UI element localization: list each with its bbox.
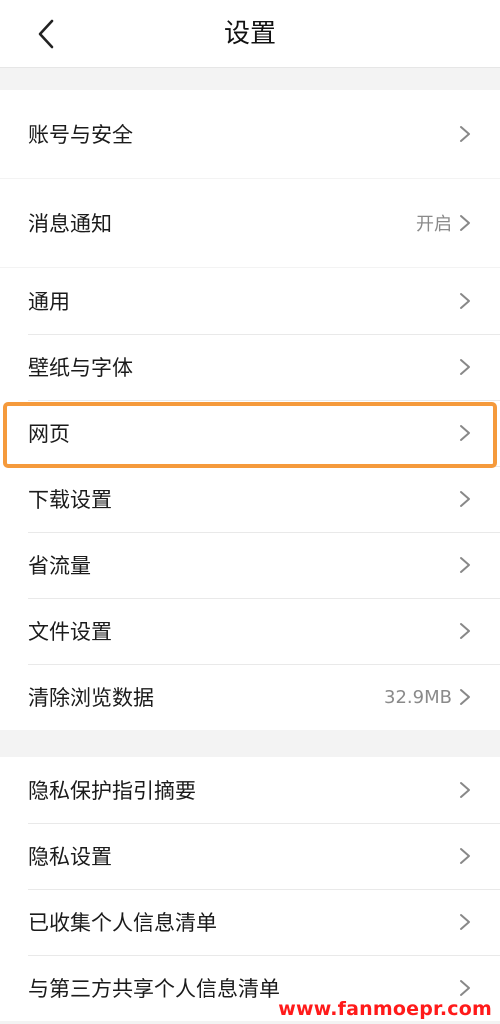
watermark-text: www.fanmoepr.com bbox=[278, 998, 492, 1020]
settings-group-account: 账号与安全 bbox=[0, 90, 500, 178]
page-title: 设置 bbox=[223, 19, 276, 49]
settings-group-browser: 通用 壁纸与字体 网页 下载设置 省流量 文件设置 清除浏览数据 32.9MB bbox=[0, 268, 500, 730]
settings-item-download[interactable]: 下载设置 bbox=[0, 466, 500, 532]
settings-item-file[interactable]: 文件设置 bbox=[0, 598, 500, 664]
settings-item-label: 省流量 bbox=[28, 554, 91, 578]
chevron-right-icon bbox=[460, 491, 470, 507]
settings-group-notifications: 消息通知 开启 bbox=[0, 179, 500, 267]
settings-item-label: 隐私保护指引摘要 bbox=[28, 779, 196, 803]
settings-item-data-saver[interactable]: 省流量 bbox=[0, 532, 500, 598]
settings-item-label: 与第三方共享个人信息清单 bbox=[28, 977, 280, 1001]
settings-item-collected-info[interactable]: 已收集个人信息清单 bbox=[0, 889, 500, 955]
chevron-right-icon bbox=[460, 623, 470, 639]
settings-item-label: 已收集个人信息清单 bbox=[28, 911, 217, 935]
chevron-right-icon bbox=[460, 215, 470, 231]
settings-item-label: 壁纸与字体 bbox=[28, 356, 133, 380]
chevron-right-icon bbox=[460, 359, 470, 375]
settings-item-privacy-summary[interactable]: 隐私保护指引摘要 bbox=[0, 757, 500, 823]
settings-item-label: 消息通知 bbox=[28, 212, 112, 236]
chevron-right-icon bbox=[460, 689, 470, 705]
settings-item-label: 隐私设置 bbox=[28, 845, 112, 869]
settings-item-label: 下载设置 bbox=[28, 488, 112, 512]
chevron-right-icon bbox=[460, 557, 470, 573]
settings-item-webpage[interactable]: 网页 bbox=[0, 400, 500, 466]
settings-item-label: 账号与安全 bbox=[28, 123, 133, 147]
chevron-right-icon bbox=[460, 980, 470, 996]
settings-item-label: 清除浏览数据 bbox=[28, 686, 154, 710]
settings-item-privacy-settings[interactable]: 隐私设置 bbox=[0, 823, 500, 889]
settings-item-general[interactable]: 通用 bbox=[0, 268, 500, 334]
chevron-right-icon bbox=[460, 914, 470, 930]
settings-item-account-security[interactable]: 账号与安全 bbox=[0, 90, 500, 178]
settings-item-wallpaper-font[interactable]: 壁纸与字体 bbox=[0, 334, 500, 400]
chevron-right-icon bbox=[460, 293, 470, 309]
settings-item-label: 通用 bbox=[28, 290, 70, 314]
settings-item-notifications[interactable]: 消息通知 开启 bbox=[0, 179, 500, 267]
settings-item-label: 文件设置 bbox=[28, 620, 112, 644]
settings-item-value: 开启 bbox=[416, 214, 452, 235]
top-bar: 设置 bbox=[0, 0, 500, 68]
chevron-right-icon bbox=[460, 126, 470, 142]
settings-item-clear-data[interactable]: 清除浏览数据 32.9MB bbox=[0, 664, 500, 730]
chevron-right-icon bbox=[460, 425, 470, 441]
settings-item-value: 32.9MB bbox=[384, 686, 452, 708]
chevron-right-icon bbox=[460, 848, 470, 864]
settings-group-privacy: 隐私保护指引摘要 隐私设置 已收集个人信息清单 与第三方共享个人信息清单 bbox=[0, 757, 500, 1021]
settings-item-label: 网页 bbox=[28, 422, 70, 446]
chevron-right-icon bbox=[460, 782, 470, 798]
